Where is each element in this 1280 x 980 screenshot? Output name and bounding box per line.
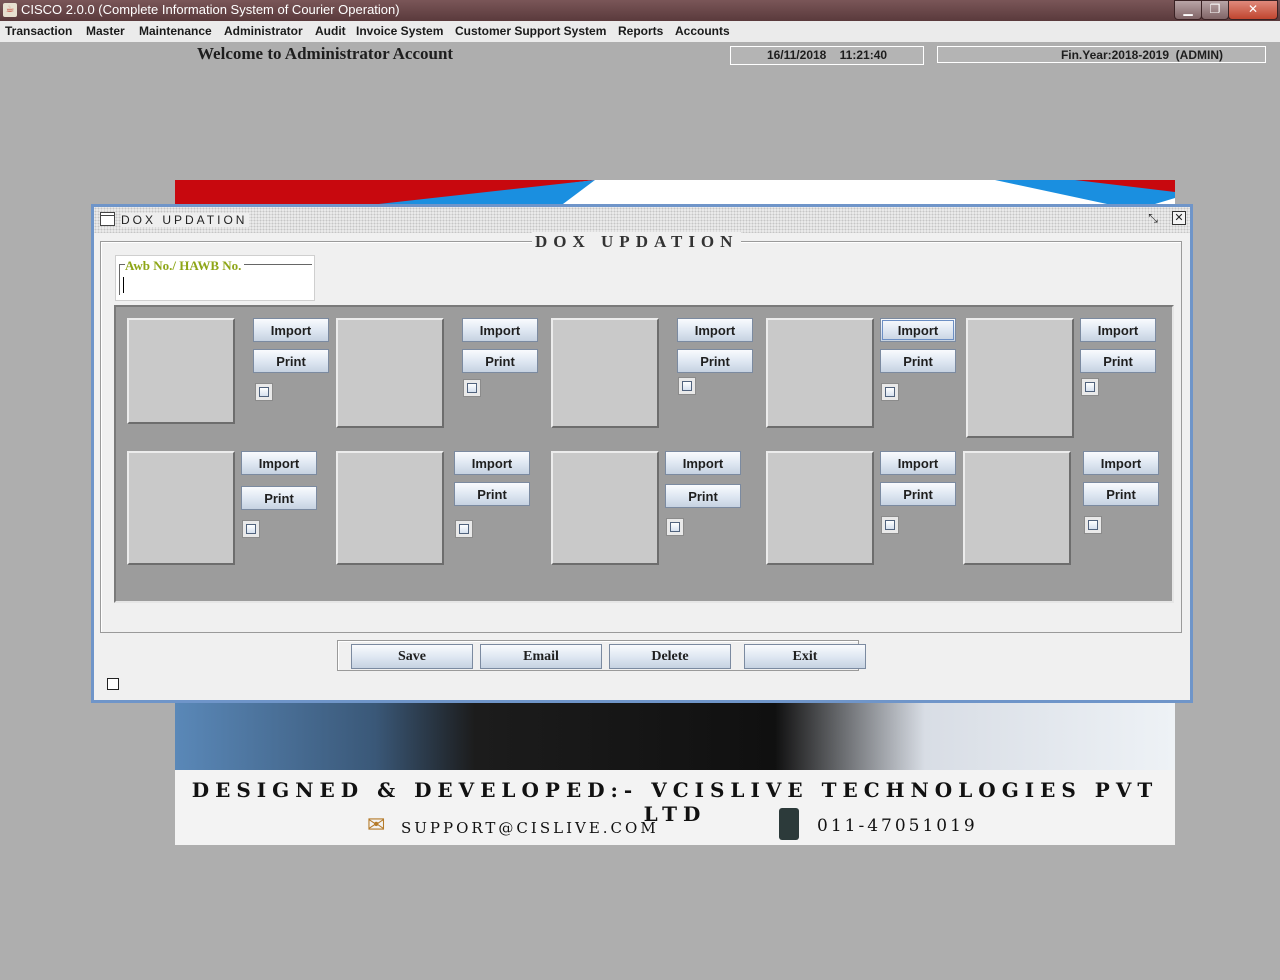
doc-image-slot-9[interactable] bbox=[766, 451, 874, 565]
email-button[interactable]: Email bbox=[480, 644, 602, 669]
select-checkbox-1[interactable] bbox=[255, 383, 273, 401]
banner-photo-strip bbox=[175, 700, 1175, 770]
save-button[interactable]: Save bbox=[351, 644, 473, 669]
restore-icon[interactable]: ⤡ bbox=[1146, 211, 1160, 225]
print-button-1[interactable]: Print bbox=[253, 349, 329, 373]
document-slots-panel: Import Print Import Print Import Print I… bbox=[114, 305, 1174, 603]
awb-input[interactable] bbox=[123, 277, 306, 293]
group-title: DOX UPDATION bbox=[532, 232, 742, 252]
select-checkbox-2[interactable] bbox=[463, 379, 481, 397]
footer-email: SUPPORT@CISLIVE.COM bbox=[401, 819, 659, 837]
select-checkbox-9[interactable] bbox=[881, 516, 899, 534]
import-button-9[interactable]: Import bbox=[880, 451, 956, 475]
awb-label: Awb No./ HAWB No. bbox=[125, 258, 245, 274]
menu-customer-support[interactable]: Customer Support System bbox=[455, 24, 606, 38]
print-button-7[interactable]: Print bbox=[454, 482, 530, 506]
menu-transaction[interactable]: Transaction bbox=[5, 24, 72, 38]
delete-button[interactable]: Delete bbox=[609, 644, 731, 669]
dox-updation-window: DOX UPDATION ⤡ ✕ DOX UPDATION Awb No./ H… bbox=[91, 204, 1193, 703]
select-checkbox-5[interactable] bbox=[1081, 378, 1099, 396]
print-button-3[interactable]: Print bbox=[677, 349, 753, 373]
awb-field-container: Awb No./ HAWB No. bbox=[115, 255, 315, 301]
support-chat-icon: ✉ bbox=[367, 812, 386, 837]
doc-image-slot-10[interactable] bbox=[963, 451, 1071, 565]
window-icon bbox=[100, 212, 115, 226]
select-checkbox-4[interactable] bbox=[881, 383, 899, 401]
menu-master[interactable]: Master bbox=[86, 24, 125, 38]
import-button-5[interactable]: Import bbox=[1080, 318, 1156, 342]
import-button-6[interactable]: Import bbox=[241, 451, 317, 475]
doc-image-slot-8[interactable] bbox=[551, 451, 659, 565]
import-button-1[interactable]: Import bbox=[253, 318, 329, 342]
select-checkbox-6[interactable] bbox=[242, 520, 260, 538]
frame-title-bar[interactable]: DOX UPDATION ⤡ ✕ bbox=[94, 207, 1190, 233]
maximize-icon[interactable]: ❐ bbox=[1201, 0, 1229, 20]
doc-image-slot-3[interactable] bbox=[551, 318, 659, 428]
menu-administrator[interactable]: Administrator bbox=[224, 24, 303, 38]
select-checkbox-7[interactable] bbox=[455, 520, 473, 538]
select-checkbox-3[interactable] bbox=[678, 377, 696, 395]
print-button-6[interactable]: Print bbox=[241, 486, 317, 510]
app-title: CISCO 2.0.0 (Complete Information System… bbox=[21, 2, 400, 17]
import-button-10[interactable]: Import bbox=[1083, 451, 1159, 475]
print-button-10[interactable]: Print bbox=[1083, 482, 1159, 506]
finyear-display: Fin.Year:2018-2019 (ADMIN) bbox=[937, 46, 1266, 63]
close-icon[interactable]: ✕ bbox=[1228, 0, 1278, 20]
doc-image-slot-2[interactable] bbox=[336, 318, 444, 428]
doc-image-slot-5[interactable] bbox=[966, 318, 1074, 438]
app-title-bar: ☕ CISCO 2.0.0 (Complete Information Syst… bbox=[0, 0, 1280, 21]
java-cup-icon: ☕ bbox=[3, 3, 17, 17]
frame-close-icon[interactable]: ✕ bbox=[1172, 211, 1186, 225]
doc-image-slot-1[interactable] bbox=[127, 318, 235, 424]
import-button-2[interactable]: Import bbox=[462, 318, 538, 342]
menu-maintenance[interactable]: Maintenance bbox=[139, 24, 212, 38]
import-button-3[interactable]: Import bbox=[677, 318, 753, 342]
menu-bar: Transaction Master Maintenance Administr… bbox=[0, 21, 1280, 42]
print-button-8[interactable]: Print bbox=[665, 484, 741, 508]
footer-company-text: DESIGNED & DEVELOPED:- VCISLIVE TECHNOLO… bbox=[191, 778, 1159, 826]
minimize-icon[interactable]: ▁ bbox=[1174, 0, 1202, 20]
print-button-9[interactable]: Print bbox=[880, 482, 956, 506]
frame-title: DOX UPDATION bbox=[121, 213, 250, 227]
print-button-2[interactable]: Print bbox=[462, 349, 538, 373]
menu-reports[interactable]: Reports bbox=[618, 24, 663, 38]
import-button-4[interactable]: Import bbox=[880, 318, 956, 342]
footer-phone: 011-47051019 bbox=[817, 816, 978, 836]
print-button-4[interactable]: Print bbox=[880, 349, 956, 373]
import-button-7[interactable]: Import bbox=[454, 451, 530, 475]
datetime-display: 16/11/2018 11:21:40 bbox=[730, 46, 924, 65]
welcome-text: Welcome to Administrator Account bbox=[197, 44, 454, 63]
print-button-5[interactable]: Print bbox=[1080, 349, 1156, 373]
menu-invoice-system[interactable]: Invoice System bbox=[356, 24, 443, 38]
doc-image-slot-4[interactable] bbox=[766, 318, 874, 428]
exit-button[interactable]: Exit bbox=[744, 644, 866, 669]
import-button-8[interactable]: Import bbox=[665, 451, 741, 475]
mobile-phone-icon bbox=[779, 808, 799, 840]
action-bar: Save Email Delete Exit bbox=[337, 640, 866, 671]
bottom-checkbox[interactable] bbox=[107, 678, 119, 690]
select-checkbox-8[interactable] bbox=[666, 518, 684, 536]
menu-accounts[interactable]: Accounts bbox=[675, 24, 730, 38]
select-checkbox-10[interactable] bbox=[1084, 516, 1102, 534]
doc-image-slot-6[interactable] bbox=[127, 451, 235, 565]
doc-image-slot-7[interactable] bbox=[336, 451, 444, 565]
menu-audit[interactable]: Audit bbox=[315, 24, 346, 38]
